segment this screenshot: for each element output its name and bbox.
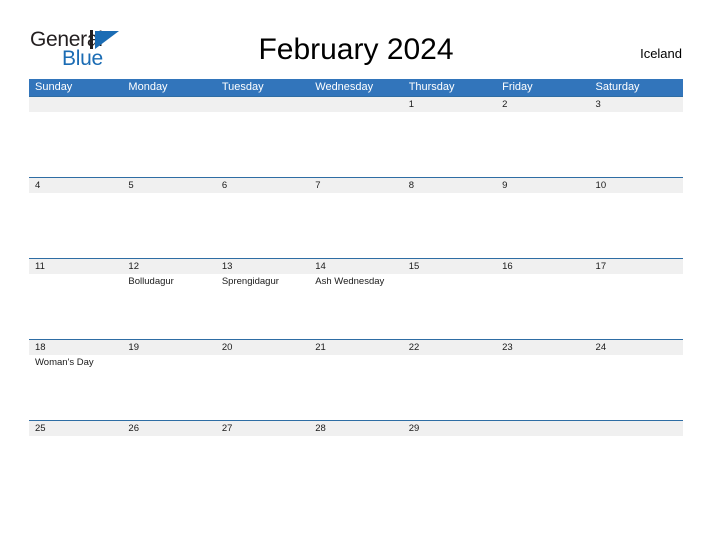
day-event [309,436,402,500]
day-number[interactable] [309,97,402,112]
day-event [403,436,496,500]
week-date-band: 11 12 13 14 15 16 17 [29,259,683,274]
day-event [216,112,309,176]
day-event: Ash Wednesday [315,276,385,287]
day-number[interactable]: 4 [29,178,122,193]
day-number[interactable]: 8 [403,178,496,193]
day-event [29,193,122,257]
day-number[interactable]: 25 [29,421,122,436]
day-event [29,436,122,500]
day-event [122,193,215,257]
day-number[interactable] [29,97,122,112]
week-date-band: 4 5 6 7 8 9 10 [29,178,683,193]
day-number[interactable]: 19 [122,340,215,355]
day-event [216,193,309,257]
day-event [590,355,683,419]
week-date-band: 1 2 3 [29,97,683,112]
day-number[interactable]: 18 [29,340,122,355]
day-event [122,112,215,176]
day-event [403,112,496,176]
day-event: Bolludagur [128,276,174,287]
day-number[interactable]: 13 [216,259,309,274]
week-date-band: 18 19 20 21 22 23 24 [29,340,683,355]
day-number[interactable]: 21 [309,340,402,355]
day-number[interactable]: 17 [590,259,683,274]
day-number[interactable] [216,97,309,112]
week-row: 1 2 3 [29,96,683,177]
day-event [216,355,309,419]
day-event [403,274,496,338]
day-number[interactable]: 14 [309,259,402,274]
week-row: 4 5 6 7 8 9 10 [29,177,683,258]
day-event: Sprengidagur [221,276,279,287]
week-event-band [29,112,683,176]
day-number[interactable] [496,421,589,436]
day-number[interactable]: 9 [496,178,589,193]
day-number[interactable]: 15 [403,259,496,274]
day-number[interactable]: 11 [29,259,122,274]
weekday-header-row: Sunday Monday Tuesday Wednesday Thursday… [29,79,683,96]
day-event [122,355,215,419]
weekday-header-thursday: Thursday [408,81,455,93]
week-event-band [29,436,683,500]
week-row: 25 26 27 28 29 [29,420,683,501]
day-event [309,355,402,419]
day-event [590,274,683,338]
day-number[interactable]: 7 [309,178,402,193]
weekday-header-saturday: Saturday [595,81,640,93]
day-event [29,112,122,176]
day-number[interactable]: 6 [216,178,309,193]
day-event [496,193,589,257]
day-number[interactable] [590,421,683,436]
day-number[interactable]: 23 [496,340,589,355]
page-title: February 2024 [258,33,454,66]
day-event [496,112,589,176]
day-event [216,436,309,500]
day-event [496,274,589,338]
page-header: General Blue February 2024 Iceland [0,0,712,76]
weekday-header-wednesday: Wednesday [315,81,374,93]
day-event [309,112,402,176]
day-number[interactable]: 22 [403,340,496,355]
week-date-band: 25 26 27 28 29 [29,421,683,436]
day-event [403,355,496,419]
day-number[interactable]: 5 [122,178,215,193]
week-row: 18 19 20 21 22 23 24 Woman's Day [29,339,683,420]
day-number[interactable]: 16 [496,259,589,274]
day-number[interactable]: 29 [403,421,496,436]
weekday-header-friday: Friday [502,81,533,93]
weekday-header-sunday: Sunday [35,81,73,93]
day-event [496,436,589,500]
day-event [590,436,683,500]
day-number[interactable]: 24 [590,340,683,355]
day-number[interactable]: 10 [590,178,683,193]
day-number[interactable]: 28 [309,421,402,436]
weekday-header-monday: Monday [128,81,168,93]
day-number[interactable]: 27 [216,421,309,436]
week-row: 11 12 13 14 15 16 17 Bolludagur Sprengid… [29,258,683,339]
calendar-page: General Blue February 2024 Iceland Sunda… [0,0,712,550]
week-event-band: Woman's Day [29,355,683,419]
week-event-band: Bolludagur Sprengidagur Ash Wednesday [29,274,683,338]
day-number[interactable]: 12 [122,259,215,274]
day-number[interactable]: 20 [216,340,309,355]
day-event [309,193,402,257]
week-event-band [29,193,683,257]
weekday-header-tuesday: Tuesday [221,81,264,93]
day-event [122,436,215,500]
day-number[interactable]: 26 [122,421,215,436]
day-event [496,355,589,419]
day-event [29,274,122,338]
country-label: Iceland [640,46,682,61]
day-number[interactable]: 2 [496,97,589,112]
day-event: Woman's Day [35,357,94,368]
day-number[interactable]: 3 [590,97,683,112]
day-event [403,193,496,257]
day-number[interactable]: 1 [403,97,496,112]
day-event [590,193,683,257]
day-event [590,112,683,176]
calendar-grid: Sunday Monday Tuesday Wednesday Thursday… [29,79,683,501]
day-number[interactable] [122,97,215,112]
